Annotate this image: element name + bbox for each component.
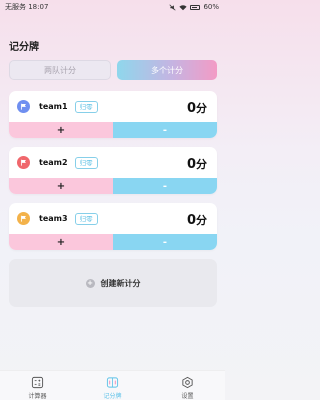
score-unit: 分 — [196, 158, 207, 171]
plus-icon: + — [85, 278, 95, 288]
status-carrier-time: 无服务 18:07 — [5, 3, 49, 11]
create-score-button[interactable]: + 创建新计分 — [9, 259, 217, 307]
team-card: team1 归零 0 分 + - — [9, 91, 217, 138]
nav-label: 记分牌 — [103, 393, 122, 400]
battery-percent: 60% — [203, 3, 219, 11]
tab-two-teams[interactable]: 两队计分 — [9, 60, 111, 80]
reset-button[interactable]: 归零 — [74, 212, 98, 225]
score-unit: 分 — [196, 214, 207, 227]
reset-button[interactable]: 归零 — [74, 156, 98, 169]
plus-button[interactable]: + — [9, 234, 113, 250]
flag-icon — [17, 212, 30, 225]
reset-button[interactable]: 归零 — [74, 100, 98, 113]
flag-icon — [17, 100, 30, 113]
team-card: team2 归零 0 分 + - — [9, 147, 217, 194]
scoreboard-icon — [106, 377, 119, 388]
team-name[interactable]: team3 — [39, 214, 68, 223]
mute-icon — [169, 3, 176, 11]
mode-tabs: 两队计分 多个计分 — [9, 60, 217, 80]
score-display: 0 分 — [187, 212, 207, 228]
create-score-label: 创建新计分 — [100, 278, 141, 288]
settings-icon — [182, 376, 193, 389]
team-name[interactable]: team1 — [39, 102, 68, 111]
page-title: 记分牌 — [9, 42, 39, 53]
plus-button[interactable]: + — [9, 178, 113, 194]
bottom-nav: 计算器 记分牌 设置 — [0, 370, 225, 400]
nav-item-settings[interactable]: 设置 — [150, 371, 225, 400]
score-display: 0 分 — [187, 100, 207, 116]
team-name[interactable]: team2 — [39, 158, 68, 167]
score-display: 0 分 — [187, 156, 207, 172]
nav-item-calculator[interactable]: 计算器 — [0, 371, 75, 400]
status-bar: 无服务 18:07 60% — [0, 0, 225, 14]
tab-multiple[interactable]: 多个计分 — [117, 60, 217, 80]
flag-icon — [17, 156, 30, 169]
score-value: 0 — [186, 213, 196, 228]
calculator-icon — [31, 376, 44, 389]
minus-button[interactable]: - — [113, 234, 217, 250]
plus-button[interactable]: + — [9, 122, 113, 138]
nav-label: 计算器 — [28, 393, 47, 400]
nav-label: 设置 — [181, 393, 194, 400]
minus-button[interactable]: - — [113, 122, 217, 138]
team-card: team3 归零 0 分 + - — [9, 203, 217, 250]
battery-icon — [190, 4, 201, 10]
status-icons: 60% — [169, 3, 219, 11]
wifi-icon — [179, 4, 188, 10]
minus-button[interactable]: - — [113, 178, 217, 194]
score-value: 0 — [186, 157, 196, 172]
score-unit: 分 — [196, 102, 207, 115]
nav-item-scoreboard[interactable]: 记分牌 — [75, 371, 150, 400]
score-value: 0 — [186, 101, 196, 116]
